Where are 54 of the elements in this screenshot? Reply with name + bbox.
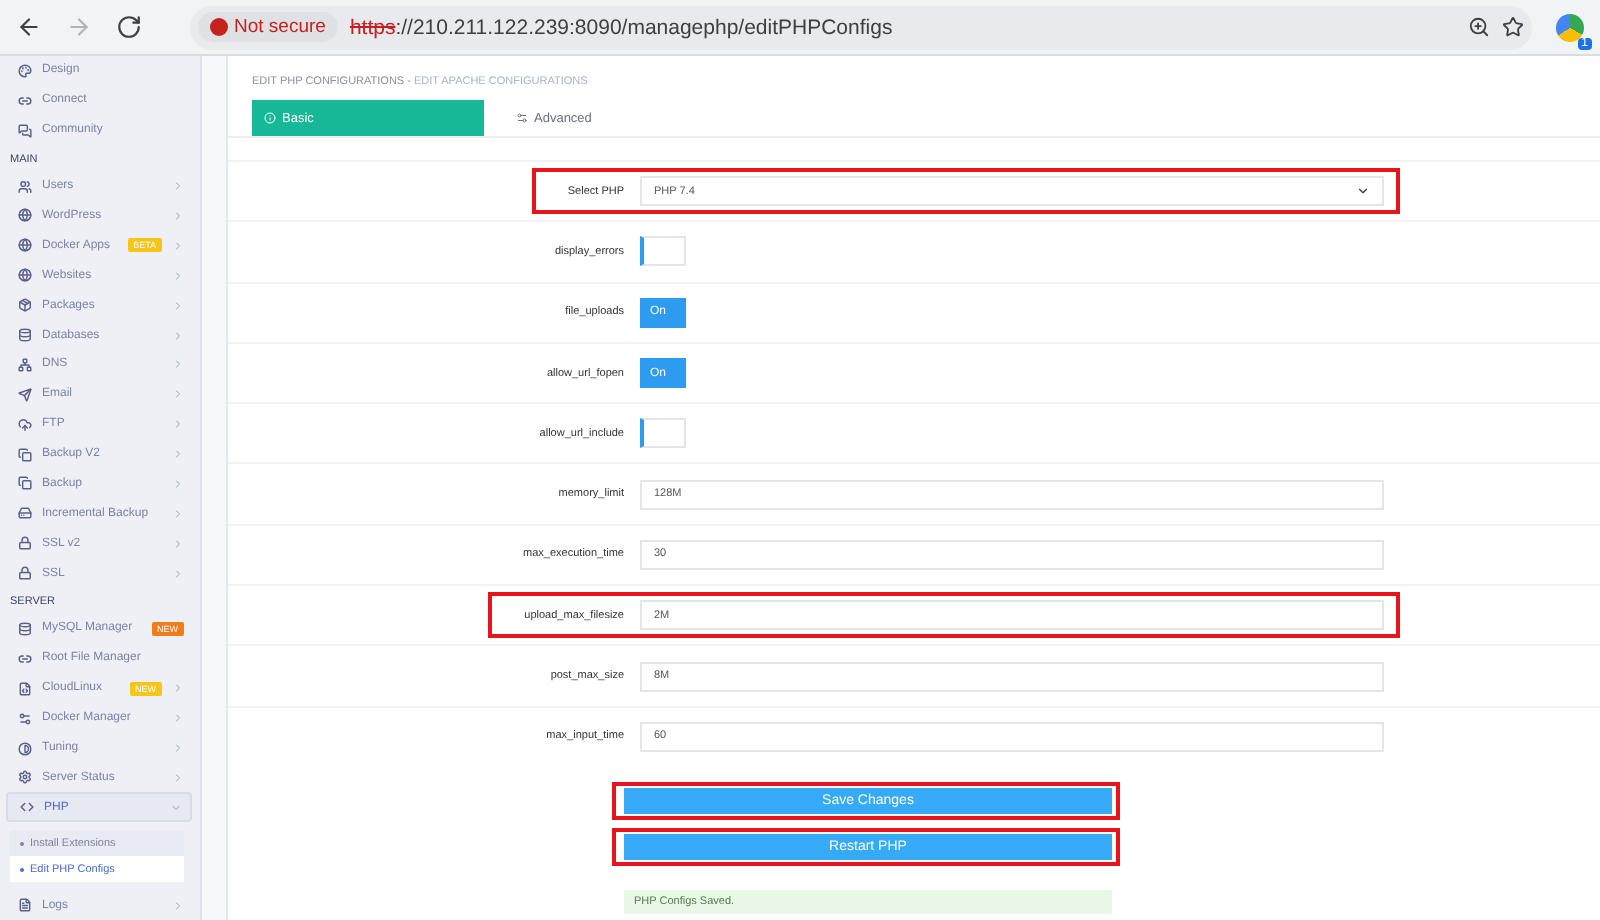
chevron-right-icon xyxy=(172,209,184,222)
send-icon xyxy=(18,387,32,402)
chevron-right-icon xyxy=(172,507,184,520)
users-icon xyxy=(18,179,32,194)
file-icon xyxy=(18,681,32,696)
chevron-right-icon xyxy=(172,358,184,371)
chevron-right-icon xyxy=(172,682,184,695)
link-icon xyxy=(18,651,32,666)
palette-icon xyxy=(18,63,32,78)
chevron-right-icon xyxy=(172,448,184,461)
back-icon[interactable] xyxy=(16,14,42,40)
chevron-right-icon xyxy=(172,567,184,580)
cloud-icon xyxy=(18,417,32,432)
lock-icon xyxy=(18,536,32,551)
reload-icon[interactable] xyxy=(116,14,142,40)
chevron-right-icon xyxy=(172,418,184,431)
drive-icon xyxy=(18,506,32,521)
chevron-right-icon xyxy=(172,388,184,401)
chevron-right-icon xyxy=(172,329,184,341)
chevron-right-icon xyxy=(172,899,184,912)
database-icon xyxy=(18,328,32,342)
chevron-right-icon xyxy=(172,180,184,193)
package-icon xyxy=(18,298,32,313)
chevron-right-icon xyxy=(172,712,184,725)
copy-icon xyxy=(18,476,32,491)
toggle-switch[interactable] xyxy=(640,418,686,449)
zoom-icon[interactable] xyxy=(1468,16,1490,38)
toggle-switch[interactable] xyxy=(640,236,686,267)
chevron-right-icon xyxy=(172,771,184,784)
network-icon xyxy=(18,357,32,372)
link-icon xyxy=(18,93,32,108)
settings-icon xyxy=(18,770,32,785)
globe-icon xyxy=(18,238,32,253)
database-icon xyxy=(18,621,32,636)
chevron-right-icon xyxy=(172,742,184,755)
globe-icon xyxy=(18,268,32,283)
file-icon xyxy=(18,898,32,913)
chevron-right-icon xyxy=(172,477,184,490)
chevron-down-icon xyxy=(170,801,182,814)
globe-icon xyxy=(18,208,32,223)
contrast-icon xyxy=(18,741,32,756)
chevron-right-icon xyxy=(172,269,184,282)
lock-icon xyxy=(18,566,32,581)
url-text[interactable]: https://210.211.122.239:8090/managephp/editPHPConfigs xyxy=(349,15,1456,39)
chevron-right-icon xyxy=(172,537,184,550)
security-chip[interactable]: Not secure xyxy=(198,12,338,42)
star-icon[interactable] xyxy=(1502,16,1524,38)
chevron-down-icon xyxy=(1356,184,1370,199)
chat-icon xyxy=(18,123,32,138)
code-icon xyxy=(20,800,34,815)
chevron-right-icon xyxy=(172,299,184,312)
chevron-right-icon xyxy=(172,239,184,252)
copy-icon xyxy=(18,447,32,462)
info-icon xyxy=(264,112,276,124)
